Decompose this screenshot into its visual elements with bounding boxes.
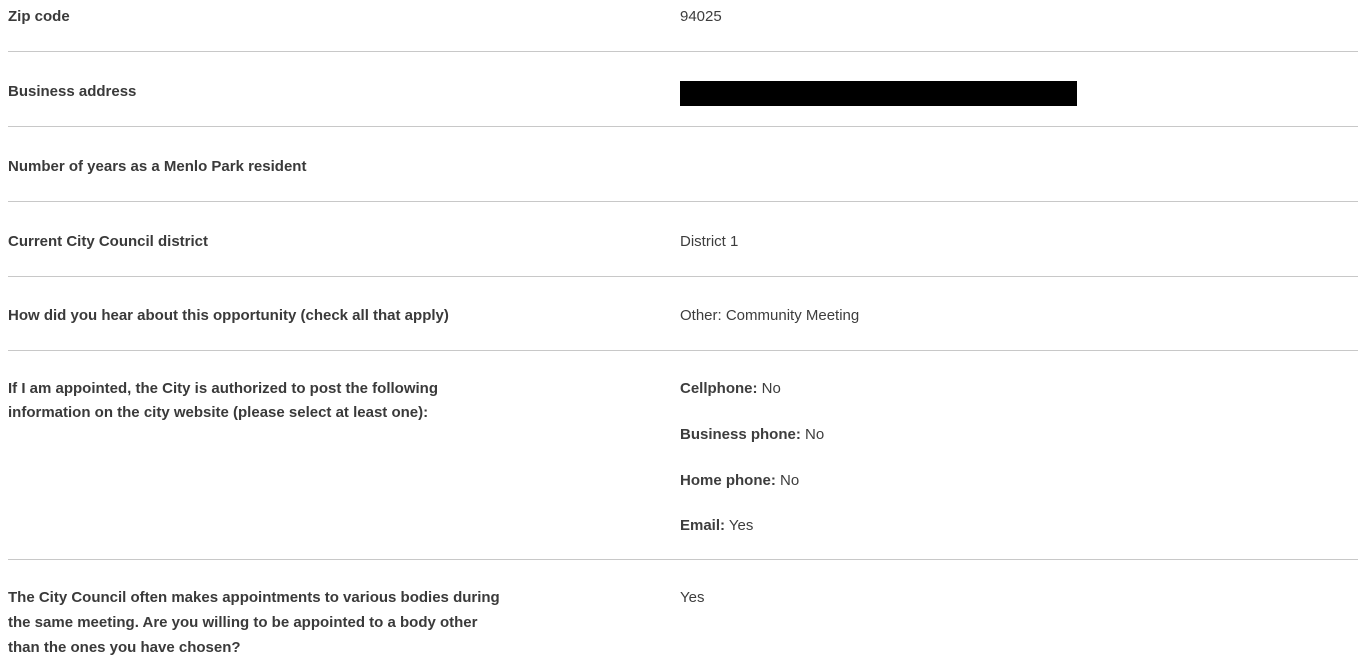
row-heard-about: How did you hear about this opportunity … (8, 277, 1358, 351)
email-value: Yes (728, 517, 754, 534)
zip-code-value: 94025 (680, 8, 722, 25)
row-years-resident: Number of years as a Menlo Park resident (8, 127, 1358, 202)
home-phone-value: No (780, 472, 800, 489)
row-zip-code: Zip code 94025 (8, 0, 1358, 52)
other-body-label-line3: than the ones you have chosen? (8, 639, 241, 656)
authorize-post-label-line2: information on the city website (please … (8, 404, 429, 421)
district-value: District 1 (680, 233, 739, 250)
row-business-address: Business address (8, 52, 1358, 127)
cellphone-label: Cellphone: (680, 380, 758, 397)
years-resident-label: Number of years as a Menlo Park resident (8, 158, 307, 175)
row-district: Current City Council district District 1 (8, 202, 1358, 277)
authorize-cellphone: Cellphone: No (680, 377, 781, 401)
other-body-label-line1: The City Council often makes appointment… (8, 589, 500, 606)
application-details: Zip code 94025 Business address Number o… (8, 0, 1358, 670)
business-address-redaction (680, 81, 1077, 106)
row-authorize-post: If I am appointed, the City is authorize… (8, 351, 1358, 560)
other-body-value: Yes (680, 589, 705, 606)
authorize-post-label-line1: If I am appointed, the City is authorize… (8, 380, 438, 397)
zip-code-label: Zip code (8, 8, 70, 25)
district-label: Current City Council district (8, 233, 209, 250)
authorize-email: Email: Yes (680, 514, 753, 538)
email-label: Email: (680, 517, 726, 534)
authorize-business-phone: Business phone: No (680, 423, 824, 447)
heard-about-label: How did you hear about this opportunity … (8, 307, 449, 324)
business-phone-label: Business phone: (680, 426, 801, 443)
heard-about-value: Other: Community Meeting (680, 307, 860, 324)
home-phone-label: Home phone: (680, 472, 776, 489)
business-address-label: Business address (8, 83, 137, 100)
authorize-home-phone: Home phone: No (680, 469, 799, 493)
business-phone-value: No (805, 426, 825, 443)
cellphone-value: No (761, 380, 781, 397)
row-other-body: The City Council often makes appointment… (8, 560, 1358, 670)
other-body-label-line2: the same meeting. Are you willing to be … (8, 614, 478, 631)
